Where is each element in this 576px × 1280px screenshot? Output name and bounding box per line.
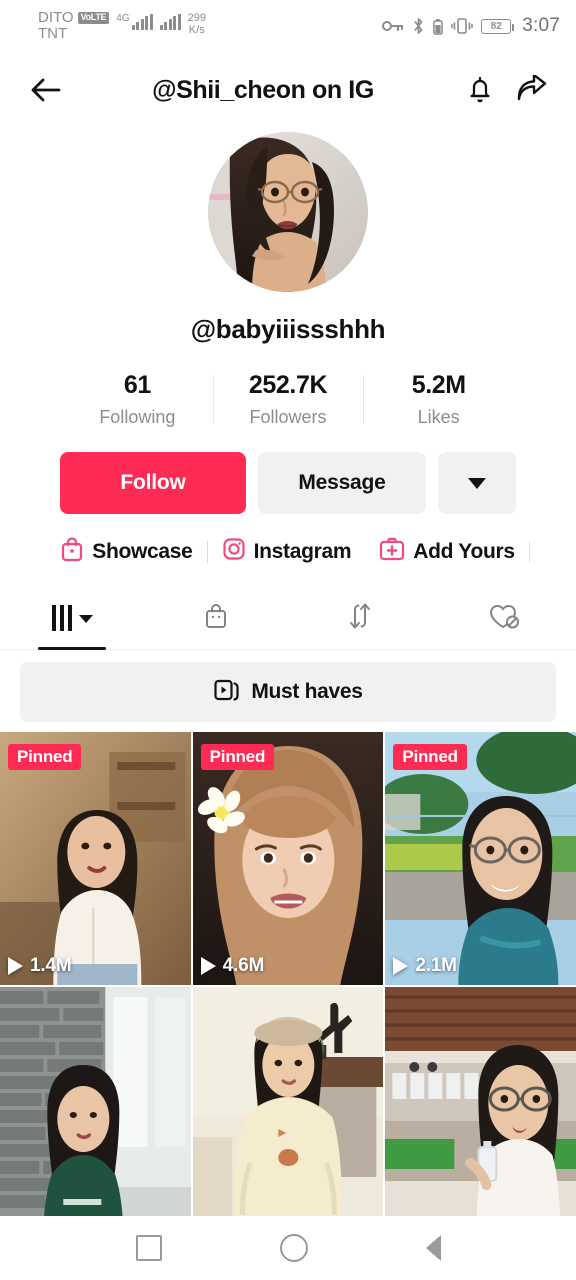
video-cell[interactable] (0, 987, 191, 1216)
link-showcase[interactable]: Showcase (46, 536, 206, 567)
playlist-label: Must haves (251, 680, 363, 703)
play-icon (393, 957, 409, 975)
playlist-section: Must haves (0, 650, 576, 732)
heart-hidden-icon (487, 600, 521, 637)
view-count-label: 1.4M (30, 955, 72, 976)
profile-section: @babyiiissshhh 61 Following 252.7K Follo… (0, 128, 576, 567)
video-thumbnail (385, 987, 576, 1216)
stat-value: 5.2M (411, 371, 466, 399)
circle-icon[interactable] (279, 1234, 308, 1262)
vibrate-icon (451, 17, 474, 35)
follow-button[interactable]: Follow (60, 452, 246, 514)
video-thumbnail (0, 987, 191, 1216)
chevron-down-icon (78, 615, 93, 623)
stat-label: Followers (249, 407, 327, 427)
avatar[interactable] (208, 132, 368, 292)
network-speed: 299 K/s (188, 10, 206, 36)
video-cell[interactable]: Pinned 2.1M (385, 732, 576, 985)
link-label: Add Yours (413, 539, 515, 563)
message-button[interactable]: Message (258, 452, 426, 514)
battery-icon: 82 (481, 18, 515, 34)
signal-bars-2-icon (159, 14, 181, 31)
profile-actions: Follow Message (0, 428, 576, 514)
video-cell[interactable]: Pinned 4.6M (192, 732, 384, 985)
play-icon (200, 957, 216, 975)
view-count-label: 4.6M (222, 955, 265, 976)
stat-label: Following (99, 407, 176, 427)
view-count-label: 2.1M (415, 955, 457, 976)
stat-followers[interactable]: 252.7K Followers (212, 371, 364, 428)
triangle-back-icon[interactable] (425, 1235, 441, 1261)
video-cell[interactable]: Pinned 1.4M (0, 732, 191, 985)
status-bar-right: 82 3:07 (382, 15, 560, 37)
pinned-badge: Pinned (8, 744, 82, 770)
grid-bars-icon (51, 605, 72, 631)
link-separator-trailing (528, 540, 530, 563)
key-icon (382, 18, 404, 34)
carrier-primary-label: DITO (38, 9, 74, 27)
playlist-must-haves[interactable]: Must haves (20, 662, 556, 722)
add-photo-icon (379, 537, 405, 566)
video-grid: Pinned 1.4M Pinned 4.6M Pinned 2.1M (0, 732, 576, 1216)
stat-label: Likes (417, 407, 460, 427)
carrier-secondary-label: TNT (38, 25, 68, 42)
page-header: @Shii_cheon on IG (0, 52, 576, 128)
shopping-bag-icon (201, 600, 231, 637)
more-options-button[interactable] (438, 452, 516, 514)
square-icon[interactable] (135, 1235, 162, 1261)
link-add-yours[interactable]: Add Yours (365, 537, 529, 566)
pinned-badge: Pinned (200, 744, 275, 770)
page-title: @Shii_cheon on IG (152, 75, 374, 104)
stat-likes[interactable]: 5.2M Likes (363, 371, 514, 428)
android-nav-bar (0, 1216, 576, 1280)
profile-links-row: Showcase Instagram Add Yours (0, 514, 576, 567)
status-bar-clock: 3:07 (522, 15, 560, 36)
status-bar-left: DITO VoLTE TNT 4G 299 K/s (38, 10, 206, 42)
phone-screen: DITO VoLTE TNT 4G 299 K/s 82 3:07 @Shii_… (0, 0, 576, 1280)
profile-stats: 61 Following 252.7K Followers 5.2M Likes (0, 371, 576, 428)
bluetooth-battery-icon (433, 18, 443, 35)
status-bar: DITO VoLTE TNT 4G 299 K/s 82 3:07 (0, 0, 576, 52)
repost-arrows-icon (345, 600, 375, 637)
video-thumbnail (192, 987, 384, 1216)
view-count: 1.4M (8, 955, 72, 977)
view-count: 2.1M (393, 955, 457, 977)
play-icon (8, 957, 23, 975)
network-speed-value: 299 (187, 12, 206, 25)
instagram-icon (222, 537, 246, 566)
stat-value: 61 (123, 371, 151, 399)
avatar-photo (208, 132, 368, 292)
signal-bars-icon (131, 14, 153, 31)
bluetooth-icon (412, 17, 425, 35)
tab-reposts[interactable] (288, 587, 432, 649)
view-count: 4.6M (200, 955, 265, 977)
link-label: Showcase (92, 539, 193, 563)
bell-icon[interactable] (458, 68, 502, 112)
battery-percent-label: 82 (490, 20, 502, 32)
signal-strength-secondary (159, 10, 181, 31)
tab-liked[interactable] (432, 587, 576, 649)
stat-value: 252.7K (248, 371, 328, 399)
link-instagram[interactable]: Instagram (208, 537, 366, 566)
shopping-bag-icon (60, 536, 84, 567)
tab-videos[interactable] (0, 587, 144, 649)
chevron-down-icon (468, 477, 486, 489)
back-arrow-icon[interactable] (24, 68, 68, 112)
volte-badge: VoLTE (77, 12, 110, 25)
pinned-badge: Pinned (393, 744, 467, 770)
video-stack-icon (213, 676, 241, 709)
link-label: Instagram (253, 539, 352, 563)
carrier-info: DITO VoLTE TNT (38, 9, 110, 42)
video-cell[interactable] (192, 987, 384, 1216)
stat-following[interactable]: 61 Following (62, 371, 213, 428)
share-arrow-icon[interactable] (510, 68, 554, 112)
profile-tabs (0, 587, 576, 650)
video-cell[interactable] (385, 987, 576, 1216)
signal-strength-primary: 4G (116, 10, 153, 31)
network-speed-unit: K/s (188, 24, 205, 37)
network-type-label: 4G (116, 13, 130, 25)
profile-handle: @babyiiissshhh (190, 314, 386, 344)
tab-shop[interactable] (144, 587, 288, 649)
carrier-row-primary: DITO VoLTE (38, 9, 110, 27)
